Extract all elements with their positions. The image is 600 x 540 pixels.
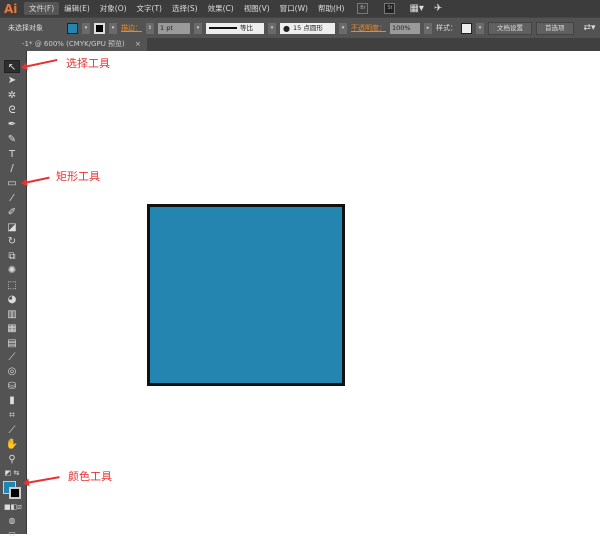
paintbrush-tool-icon[interactable]: ⁄ <box>4 192 20 205</box>
stroke-label[interactable]: 描边： <box>121 23 142 33</box>
document-setup-button[interactable]: 文档设置 <box>488 21 532 35</box>
symbol-sprayer-tool-icon[interactable]: ⛁ <box>4 380 20 393</box>
app-logo: Ai <box>4 1 18 16</box>
annotation-rectangle-tool: 矩形工具 <box>56 170 100 183</box>
opacity-arrow[interactable]: ▸ <box>424 22 432 34</box>
tab-title: -1* @ 600% (CMYK/GPU 预览) <box>22 40 125 48</box>
tab-bar: -1* @ 600% (CMYK/GPU 预览) × <box>0 38 600 51</box>
blue-rectangle[interactable] <box>147 204 345 386</box>
brush-select[interactable]: ● 15 点圆形 <box>280 22 335 34</box>
menu-help[interactable]: 帮助(H) <box>313 2 350 15</box>
stroke-weight-input[interactable]: 1 pt <box>158 22 190 34</box>
column-graph-tool-icon[interactable]: ▮ <box>4 394 20 407</box>
swap-colors-icon[interactable]: ◩ ⇆ <box>4 467 20 480</box>
opacity-input[interactable]: 100% <box>390 22 420 34</box>
mesh-tool-icon[interactable]: ▦ <box>4 322 20 335</box>
menu-bar: Ai 文件(F) 编辑(E) 对象(O) 文字(T) 选择(S) 效果(C) 视… <box>0 0 600 17</box>
style-label: 样式： <box>436 24 457 32</box>
menu-object[interactable]: 对象(O) <box>95 2 132 15</box>
eraser-tool-icon[interactable]: ◪ <box>4 221 20 234</box>
style-dropdown[interactable]: ▾ <box>476 22 484 34</box>
opacity-label[interactable]: 不透明度： <box>351 23 386 33</box>
menu-file[interactable]: 文件(F) <box>24 2 60 15</box>
menu-type[interactable]: 文字(T) <box>132 2 167 15</box>
selection-status: 未选择对象 <box>8 24 43 32</box>
pencil-tool-icon[interactable]: ✐ <box>4 206 20 219</box>
tab-close-icon[interactable]: × <box>135 40 141 48</box>
artboard-tool-icon[interactable]: ⌗ <box>4 409 20 422</box>
magic-wand-tool-icon[interactable]: ✲ <box>4 89 20 102</box>
annotation-color-tool: 颜色工具 <box>68 470 112 483</box>
fill-dropdown[interactable]: ▾ <box>82 22 90 34</box>
draw-mode-icon[interactable]: ◍ <box>4 514 20 527</box>
bridge-icon[interactable]: Br <box>357 3 369 14</box>
rotate-tool-icon[interactable]: ↻ <box>4 235 20 248</box>
zoom-tool-icon[interactable]: ⚲ <box>4 453 20 466</box>
free-transform-tool-icon[interactable]: ⬚ <box>4 279 20 292</box>
type-tool-icon[interactable]: T <box>4 148 20 161</box>
line-tool-icon[interactable]: / <box>4 162 20 175</box>
stroke-weight-dropdown[interactable]: ▾ <box>194 22 202 34</box>
hand-tool-icon[interactable]: ✋ <box>4 438 20 451</box>
rectangle-tool-icon[interactable]: ▭ <box>4 177 20 190</box>
stroke-profile-label: 等比 <box>240 23 253 32</box>
perspective-grid-tool-icon[interactable]: ▥ <box>4 308 20 321</box>
slice-tool-icon[interactable]: ⟋ <box>4 424 20 437</box>
menu-effect[interactable]: 效果(C) <box>203 2 239 15</box>
brush-dropdown[interactable]: ▾ <box>339 22 347 34</box>
stroke-profile[interactable]: 等比 <box>206 22 264 34</box>
annotation-selection-tool: 选择工具 <box>66 57 110 70</box>
stroke-swatch[interactable] <box>94 22 105 34</box>
eyedropper-tool-icon[interactable]: ⟋ <box>4 351 20 364</box>
tools-panel: ↖ ➤ ✲ ᘓ ✒ ✎ T / ▭ ⁄ ✐ ◪ ↻ ⧉ ✺ ⬚ ◕ ▥ ▦ ▤ … <box>0 51 27 538</box>
blend-tool-icon[interactable]: ◎ <box>4 365 20 378</box>
style-swatch[interactable] <box>461 22 472 34</box>
stroke-color-box[interactable] <box>9 487 21 499</box>
stroke-dropdown[interactable]: ▾ <box>109 22 117 34</box>
selection-tool-icon[interactable]: ↖ <box>4 60 20 73</box>
curvature-tool-icon[interactable]: ✎ <box>4 133 20 146</box>
stock-icon[interactable]: St <box>384 3 396 14</box>
brush-label: 15 点圆形 <box>292 23 323 32</box>
menu-select[interactable]: 选择(S) <box>167 2 203 15</box>
menu-edit[interactable]: 编辑(E) <box>59 2 95 15</box>
document-tab[interactable]: -1* @ 600% (CMYK/GPU 预览) × <box>0 38 147 51</box>
preferences-button[interactable]: 首选项 <box>536 21 574 35</box>
scale-tool-icon[interactable]: ⧉ <box>4 250 20 263</box>
stroke-stepper[interactable]: ⇕ <box>146 22 154 34</box>
menu-window[interactable]: 窗口(W) <box>275 2 313 15</box>
profile-dropdown[interactable]: ▾ <box>268 22 276 34</box>
pen-tool-icon[interactable]: ✒ <box>4 118 20 131</box>
workspace-layout-icon[interactable]: ▦▾ <box>409 3 423 14</box>
control-bar: 未选择对象 ▾ ▾ 描边： ⇕ 1 pt ▾ 等比 ▾ ● 15 点圆形 ▾ 不透明度：… <box>0 17 600 38</box>
arrange-icon[interactable]: ⇄▾ <box>584 23 596 33</box>
shape-builder-tool-icon[interactable]: ◕ <box>4 293 20 306</box>
lasso-tool-icon[interactable]: ᘓ <box>4 104 20 117</box>
direct-selection-tool-icon[interactable]: ➤ <box>4 74 20 87</box>
warp-tool-icon[interactable]: ✺ <box>4 264 20 277</box>
publish-icon[interactable]: ✈ <box>434 3 442 14</box>
menu-view[interactable]: 视图(V) <box>239 2 275 15</box>
gradient-tool-icon[interactable]: ▤ <box>4 337 20 350</box>
fill-swatch[interactable] <box>67 22 78 34</box>
color-modes-icon[interactable]: ■◧⧄ <box>4 501 22 514</box>
